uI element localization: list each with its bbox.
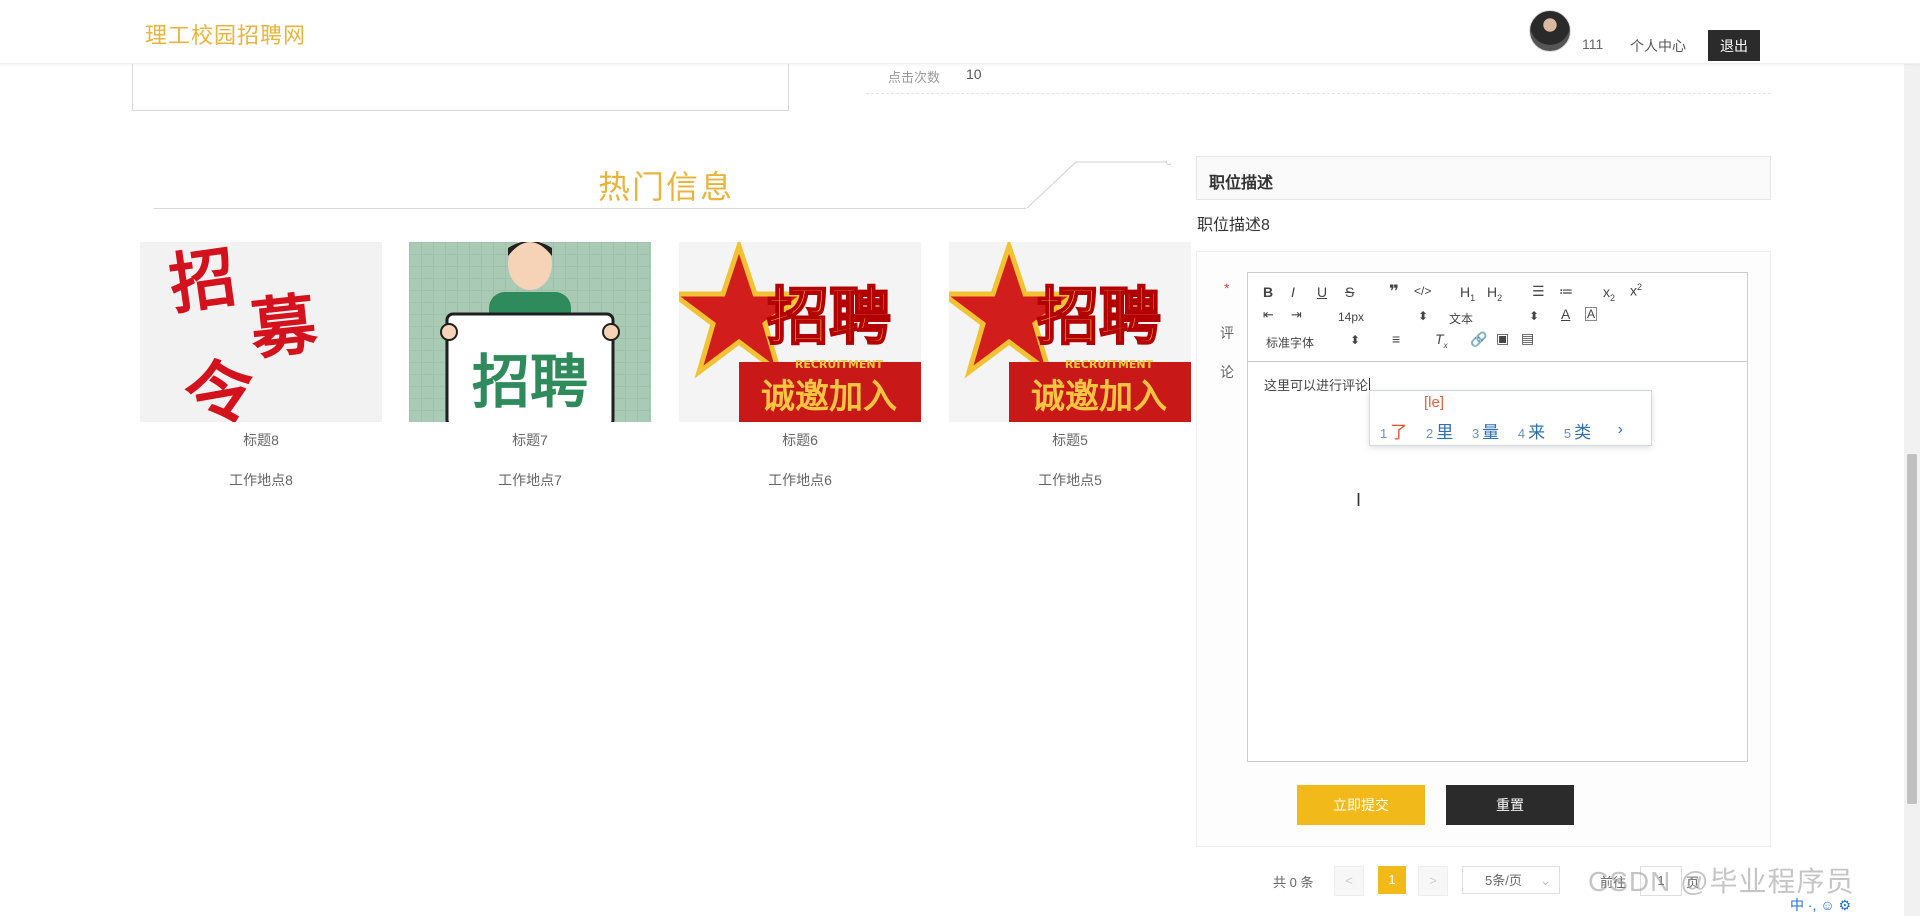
editor-toolbar: B I U S ❞ </> H1 H2 ☰ ≔ x2 x2 ⇤ ⇥ 14px ⬍ … xyxy=(1248,273,1747,362)
subscript-icon[interactable]: x2 xyxy=(1603,284,1615,303)
indent-icon[interactable]: ⇥ xyxy=(1291,307,1302,323)
card-address: 工作地点6 xyxy=(768,472,832,488)
heading2-icon[interactable]: H2 xyxy=(1487,284,1502,303)
pagination-total: 共 0 条 xyxy=(1273,875,1314,890)
card-title[interactable]: 标题5 xyxy=(949,430,1191,450)
ime-candidate[interactable]: 1了 xyxy=(1380,423,1407,442)
comment-label-2: 论 xyxy=(1220,364,1234,380)
card-image-text: 招聘 xyxy=(472,348,588,416)
ime-candidate[interactable]: 3量 xyxy=(1472,423,1499,442)
strike-icon[interactable]: S xyxy=(1345,284,1354,300)
font-family-select[interactable]: 标准字体 ⬍ xyxy=(1266,333,1360,351)
username: 111 xyxy=(1582,36,1604,52)
job-description-header: 职位描述 xyxy=(1196,156,1771,200)
pagination-prev-button[interactable]: < xyxy=(1334,866,1364,896)
card-image-en: RECRUITMENT xyxy=(795,358,884,371)
hot-card[interactable]: 招聘 RECRUITMENT 诚邀加入 标题6 工作地点6 xyxy=(679,242,921,490)
card-image[interactable]: 招聘 RECRUITMENT 诚邀加入 xyxy=(679,242,921,422)
pagination-current-page[interactable]: 1 xyxy=(1378,866,1406,894)
card-image-text: 招聘 xyxy=(767,280,891,353)
hot-info-decor-line xyxy=(1027,161,1171,209)
hot-info-underline xyxy=(154,208,1026,209)
underline-icon[interactable]: U xyxy=(1317,284,1327,300)
card-image[interactable]: 招 募 令 xyxy=(140,242,382,422)
text-type-select[interactable]: 文本 ⬍ xyxy=(1449,309,1539,327)
card-image-text-3: 令 xyxy=(179,346,263,422)
card-title[interactable]: 标题6 xyxy=(679,430,921,450)
align-icon[interactable]: ≡ xyxy=(1392,331,1400,347)
user-avatar[interactable] xyxy=(1529,10,1571,52)
personal-center-link[interactable]: 个人中心 xyxy=(1630,36,1686,56)
card-title[interactable]: 标题8 xyxy=(140,430,382,450)
job-description-heading: 职位描述 xyxy=(1209,175,1274,192)
ordered-list-icon[interactable]: ☰ xyxy=(1532,283,1545,300)
bullet-list-icon[interactable]: ≔ xyxy=(1559,283,1573,300)
link-icon[interactable]: 🔗 xyxy=(1470,331,1487,348)
ime-candidate[interactable]: 4来 xyxy=(1518,423,1545,442)
hot-info-title: 热门信息 xyxy=(598,169,735,205)
ime-candidate[interactable]: 5类 xyxy=(1564,423,1591,442)
card-title[interactable]: 标题7 xyxy=(409,430,651,450)
heading1-icon[interactable]: H1 xyxy=(1460,284,1475,303)
card-image-text-2: 募 xyxy=(246,284,322,369)
card-image-en: RECRUITMENT xyxy=(1065,358,1154,371)
reset-button[interactable]: 重置 xyxy=(1446,785,1574,825)
code-block-icon[interactable]: </> xyxy=(1414,284,1431,298)
comment-content[interactable]: 这里可以进行评论 xyxy=(1264,375,1374,394)
pagination-next-button[interactable]: > xyxy=(1418,866,1448,896)
card-address: 工作地点8 xyxy=(229,472,293,488)
logout-button[interactable]: 退出 xyxy=(1708,30,1760,61)
ime-candidate-list: 1了 2里 3量 4来 5类 xyxy=(1380,418,1605,443)
card-image[interactable]: 招聘 RECRUITMENT 诚邀加入 xyxy=(949,242,1191,422)
click-count-value: 10 xyxy=(966,66,982,82)
superscript-icon[interactable]: x2 xyxy=(1630,282,1642,299)
image-icon[interactable]: ▣ xyxy=(1496,330,1509,347)
rich-text-editor[interactable]: B I U S ❞ </> H1 H2 ☰ ≔ x2 x2 ⇤ ⇥ 14px ⬍ … xyxy=(1247,272,1748,762)
hot-card[interactable]: 招 募 令 标题8 工作地点8 xyxy=(140,242,382,490)
chevron-down-icon: ⌄ xyxy=(1540,873,1551,888)
detail-image-box xyxy=(132,56,789,111)
background-color-icon[interactable]: A xyxy=(1585,307,1598,321)
detail-divider xyxy=(866,93,1771,94)
font-size-select[interactable]: 14px ⬍ xyxy=(1338,309,1428,324)
ime-next-page-icon[interactable]: › xyxy=(1618,421,1623,439)
ime-tray-indicator[interactable]: 中 ·, ☺ ⚙ xyxy=(1790,895,1851,915)
bold-icon[interactable]: B xyxy=(1263,284,1273,300)
job-description-text: 职位描述8 xyxy=(1197,217,1270,234)
site-brand[interactable]: 理工校园招聘网 xyxy=(145,18,306,50)
card-image-text-1: 招 xyxy=(165,242,241,324)
submit-button[interactable]: 立即提交 xyxy=(1297,785,1425,825)
watermark: CSDN @毕业程序员 xyxy=(1588,866,1855,897)
page-scrollbar-thumb[interactable] xyxy=(1907,454,1917,804)
ime-candidate[interactable]: 2里 xyxy=(1426,423,1453,442)
video-icon[interactable]: ▤ xyxy=(1521,330,1534,347)
blockquote-icon[interactable]: ❞ xyxy=(1389,282,1399,302)
hot-card[interactable]: 招聘 RECRUITMENT 诚邀加入 标题5 工作地点5 xyxy=(949,242,1191,490)
card-image-subtext: 诚邀加入 xyxy=(761,377,897,417)
comment-label-1: 评 xyxy=(1220,325,1234,341)
card-image-text: 招聘 xyxy=(1037,280,1161,353)
card-address: 工作地点7 xyxy=(498,472,562,488)
required-mark: * xyxy=(1224,280,1230,296)
hot-card[interactable]: 招聘 标题7 工作地点7 xyxy=(409,242,651,490)
ime-pinyin: [le] xyxy=(1424,394,1445,411)
card-address: 工作地点5 xyxy=(1038,472,1102,488)
card-image-subtext: 诚邀加入 xyxy=(1031,377,1167,417)
outdent-icon[interactable]: ⇤ xyxy=(1263,307,1274,323)
page-size-select[interactable]: 5条/页 ⌄ xyxy=(1462,866,1560,894)
clear-format-icon[interactable]: Tx xyxy=(1435,331,1448,350)
text-cursor-icon: I xyxy=(1356,490,1362,510)
font-color-icon[interactable]: A xyxy=(1561,306,1570,322)
ime-candidate-popup[interactable]: [le] 1了 2里 3量 4来 5类 › xyxy=(1369,390,1652,446)
italic-icon[interactable]: I xyxy=(1291,284,1295,300)
click-count-label: 点击次数 xyxy=(888,70,941,85)
card-image[interactable]: 招聘 xyxy=(409,242,651,422)
